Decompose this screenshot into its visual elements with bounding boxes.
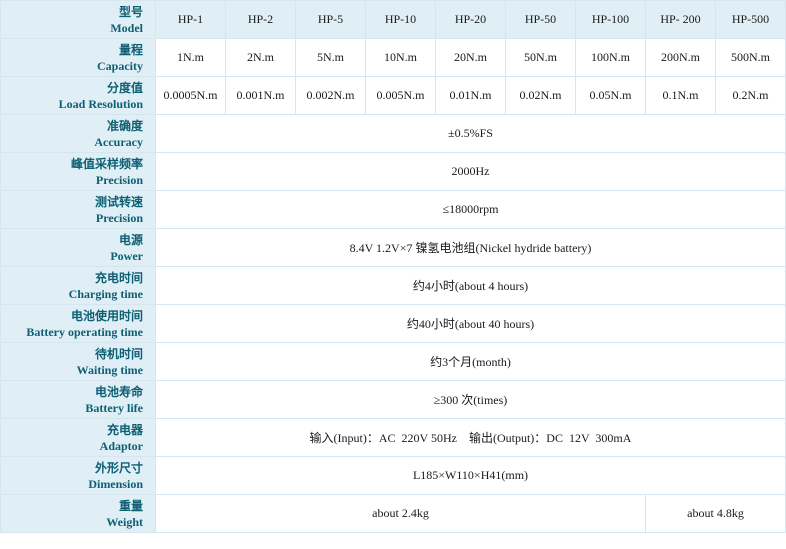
header-zh: 量程	[118, 42, 143, 57]
header-en: Power	[110, 248, 143, 263]
resolution-cell: 0.002N.m	[296, 77, 365, 114]
accuracy-value: ±0.5%FS	[156, 115, 785, 152]
row-battery-operating: 电池使用时间 Battery operating time 约40小时(abou…	[1, 305, 785, 342]
header-zh: 充电时间	[94, 270, 143, 285]
capacity-cell: 5N.m	[296, 39, 365, 76]
header-en: Waiting time	[76, 362, 143, 377]
header-zh: 外形尺寸	[94, 460, 143, 475]
model-cell: HP-20	[436, 1, 505, 38]
row-header: 重量 Weight	[1, 495, 155, 532]
capacity-cell: 1N.m	[156, 39, 225, 76]
capacity-cell: 200N.m	[646, 39, 715, 76]
header-zh: 测试转速	[94, 194, 143, 209]
header-zh: 型号	[118, 4, 143, 19]
resolution-cell: 0.005N.m	[366, 77, 435, 114]
header-zh: 准确度	[106, 118, 143, 133]
row-header: 峰值采样频率 Precision	[1, 153, 155, 190]
capacity-cell: 100N.m	[576, 39, 645, 76]
header-en: Charging time	[68, 286, 143, 301]
row-accuracy: 准确度 Accuracy ±0.5%FS	[1, 115, 785, 152]
header-en: Battery operating time	[26, 324, 143, 339]
header-en: Model	[110, 20, 143, 35]
header-en: Load Resolution	[58, 96, 143, 111]
header-zh: 重量	[118, 498, 143, 513]
row-adaptor: 充电器 Adaptor 输入(Input)：AC 220V 50Hz 输出(Ou…	[1, 419, 785, 456]
model-cell: HP-500	[716, 1, 785, 38]
weight-value-light: about 2.4kg	[156, 495, 645, 532]
spec-table: 型号 Model HP-1 HP-2 HP-5 HP-10 HP-20 HP-5…	[0, 0, 786, 533]
row-header: 待机时间 Waiting time	[1, 343, 155, 380]
row-charging-time: 充电时间 Charging time 约4小时(about 4 hours)	[1, 267, 785, 304]
header-zh: 电池寿命	[94, 384, 143, 399]
row-header: 充电器 Adaptor	[1, 419, 155, 456]
resolution-cell: 0.0005N.m	[156, 77, 225, 114]
header-zh: 电源	[118, 232, 143, 247]
capacity-cell: 50N.m	[506, 39, 575, 76]
row-header: 分度值 Load Resolution	[1, 77, 155, 114]
model-cell: HP-100	[576, 1, 645, 38]
row-header: 型号 Model	[1, 1, 155, 38]
adaptor-value: 输入(Input)：AC 220V 50Hz 输出(Output)：DC 12V…	[156, 419, 785, 456]
row-test-speed: 测试转速 Precision ≤18000rpm	[1, 191, 785, 228]
header-en: Precision	[95, 172, 143, 187]
model-cell: HP-1	[156, 1, 225, 38]
operating-value: 约40小时(about 40 hours)	[156, 305, 785, 342]
model-cell: HP- 200	[646, 1, 715, 38]
resolution-cell: 0.05N.m	[576, 77, 645, 114]
header-en: Dimension	[88, 476, 143, 491]
model-cell: HP-50	[506, 1, 575, 38]
header-en: Battery life	[85, 400, 143, 415]
model-cell: HP-5	[296, 1, 365, 38]
row-model: 型号 Model HP-1 HP-2 HP-5 HP-10 HP-20 HP-5…	[1, 1, 785, 38]
waiting-value: 约3个月(month)	[156, 343, 785, 380]
row-power: 电源 Power 8.4V 1.2V×7 镍氢电池组(Nickel hydrid…	[1, 229, 785, 266]
resolution-cell: 0.01N.m	[436, 77, 505, 114]
header-zh: 充电器	[106, 422, 143, 437]
speed-value: ≤18000rpm	[156, 191, 785, 228]
row-header: 充电时间 Charging time	[1, 267, 155, 304]
header-en: Capacity	[97, 58, 143, 73]
capacity-cell: 500N.m	[716, 39, 785, 76]
capacity-cell: 20N.m	[436, 39, 505, 76]
battery-life-value: ≥300 次(times)	[156, 381, 785, 418]
row-header: 外形尺寸 Dimension	[1, 457, 155, 494]
header-en: Weight	[106, 514, 143, 529]
dimension-value: L185×W110×H41(mm)	[156, 457, 785, 494]
resolution-cell: 0.2N.m	[716, 77, 785, 114]
header-en: Accuracy	[94, 134, 143, 149]
resolution-cell: 0.02N.m	[506, 77, 575, 114]
power-value: 8.4V 1.2V×7 镍氢电池组(Nickel hydride battery…	[156, 229, 785, 266]
row-dimension: 外形尺寸 Dimension L185×W110×H41(mm)	[1, 457, 785, 494]
capacity-cell: 10N.m	[366, 39, 435, 76]
row-battery-life: 电池寿命 Battery life ≥300 次(times)	[1, 381, 785, 418]
row-header: 准确度 Accuracy	[1, 115, 155, 152]
header-en: Precision	[95, 210, 143, 225]
header-zh: 峰值采样频率	[70, 156, 143, 171]
header-zh: 电池使用时间	[70, 308, 143, 323]
capacity-cell: 2N.m	[226, 39, 295, 76]
model-cell: HP-2	[226, 1, 295, 38]
weight-value-heavy: about 4.8kg	[646, 495, 785, 532]
row-capacity: 量程 Capacity 1N.m 2N.m 5N.m 10N.m 20N.m 5…	[1, 39, 785, 76]
row-header: 电池使用时间 Battery operating time	[1, 305, 155, 342]
row-weight: 重量 Weight about 2.4kg about 4.8kg	[1, 495, 785, 532]
row-header: 电池寿命 Battery life	[1, 381, 155, 418]
header-en: Adaptor	[99, 438, 143, 453]
row-waiting-time: 待机时间 Waiting time 约3个月(month)	[1, 343, 785, 380]
resolution-cell: 0.1N.m	[646, 77, 715, 114]
header-zh: 分度值	[106, 80, 143, 95]
row-header: 测试转速 Precision	[1, 191, 155, 228]
header-zh: 待机时间	[94, 346, 143, 361]
model-cell: HP-10	[366, 1, 435, 38]
charging-value: 约4小时(about 4 hours)	[156, 267, 785, 304]
row-header: 量程 Capacity	[1, 39, 155, 76]
row-load-resolution: 分度值 Load Resolution 0.0005N.m 0.001N.m 0…	[1, 77, 785, 114]
resolution-cell: 0.001N.m	[226, 77, 295, 114]
row-header: 电源 Power	[1, 229, 155, 266]
row-peak-sampling: 峰值采样频率 Precision 2000Hz	[1, 153, 785, 190]
sampling-value: 2000Hz	[156, 153, 785, 190]
